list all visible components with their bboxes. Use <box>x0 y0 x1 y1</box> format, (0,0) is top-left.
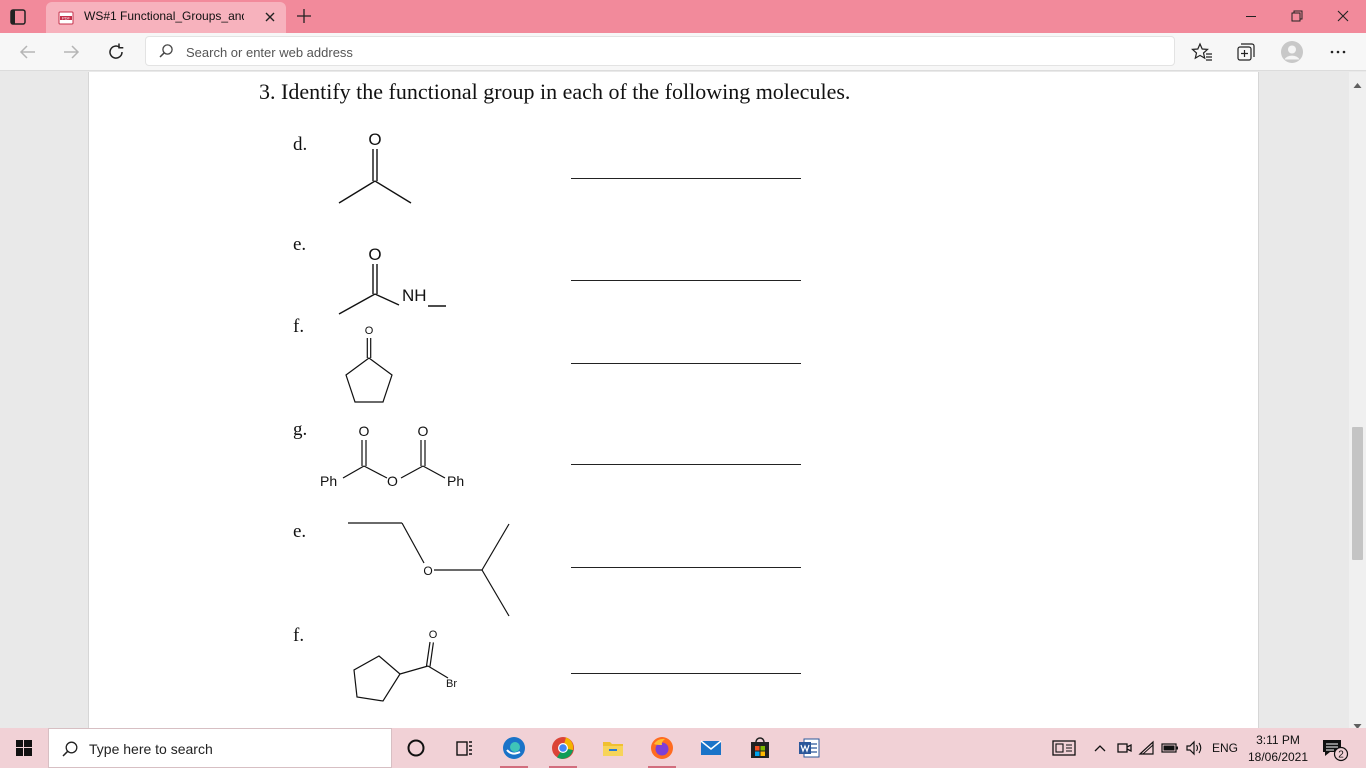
tab-title: WS#1 Functional_Groups_and_St <box>84 9 244 23</box>
item-label: f. <box>293 316 305 337</box>
item-label: d. <box>293 134 308 155</box>
answer-line <box>571 567 801 568</box>
vertical-scrollbar[interactable] <box>1349 72 1366 729</box>
taskbar-search-box[interactable]: Type here to search <box>48 728 392 768</box>
more-icon[interactable] <box>1326 40 1350 64</box>
svg-text:O: O <box>359 423 370 439</box>
svg-text:O: O <box>418 423 429 439</box>
refresh-icon[interactable] <box>104 40 128 64</box>
collections-icon[interactable] <box>1234 40 1258 64</box>
tab-actions-icon[interactable] <box>8 7 28 27</box>
chrome-icon[interactable] <box>543 732 583 768</box>
address-input[interactable] <box>186 42 1146 62</box>
pdf-viewport: 3. Identify the functional group in each… <box>0 72 1366 729</box>
notification-icon[interactable]: 2 <box>1320 736 1350 762</box>
search-icon <box>61 740 79 758</box>
chevron-up-icon[interactable] <box>1090 738 1110 758</box>
answer-line <box>571 464 801 465</box>
svg-text:O: O <box>365 325 374 337</box>
word-icon[interactable] <box>789 732 829 764</box>
battery-icon[interactable] <box>1160 738 1180 758</box>
svg-text:Ph: Ph <box>447 473 464 489</box>
close-icon[interactable] <box>262 9 278 25</box>
pdf-page: 3. Identify the functional group in each… <box>88 72 1259 728</box>
answer-line <box>571 280 801 281</box>
address-bar[interactable] <box>145 36 1175 66</box>
svg-text:O: O <box>368 245 381 264</box>
windows-start-icon[interactable] <box>0 728 48 768</box>
cortana-icon[interactable] <box>396 732 436 764</box>
scroll-thumb[interactable] <box>1352 427 1363 560</box>
task-view-icon[interactable] <box>444 732 484 764</box>
edge-icon[interactable] <box>494 732 534 768</box>
question-heading: 3. Identify the functional group in each… <box>259 79 851 104</box>
acyl-bromide-structure: O Br <box>353 629 457 702</box>
scroll-up-arrow-icon[interactable] <box>1353 76 1362 88</box>
mail-icon[interactable] <box>691 732 731 764</box>
back-icon[interactable] <box>16 40 40 64</box>
svg-text:Br: Br <box>446 678 457 690</box>
firefox-icon[interactable] <box>642 732 682 768</box>
item-label: g. <box>293 419 308 440</box>
scroll-down-arrow-icon[interactable] <box>1353 717 1362 729</box>
svg-text:PDF: PDF <box>62 15 71 20</box>
svg-text:O: O <box>387 473 398 489</box>
cyclopentanone-structure: O <box>345 325 393 403</box>
clock-time: 3:11 PM <box>1256 733 1300 747</box>
clock[interactable]: 3:11 PM 18/06/2021 <box>1244 732 1312 766</box>
svg-text:NH: NH <box>402 286 427 305</box>
minimize-icon[interactable] <box>1228 0 1274 33</box>
address-toolbar <box>0 33 1366 71</box>
svg-text:Ph: Ph <box>320 473 337 489</box>
taskbar: Type here to search ENG 3:11 PM 18/06/20… <box>0 728 1366 768</box>
amide-structure: O NH <box>338 245 446 315</box>
item-label: e. <box>293 234 307 255</box>
clock-date: 18/06/2021 <box>1247 750 1309 764</box>
volume-icon[interactable] <box>1184 738 1204 758</box>
browser-tab[interactable]: PDF WS#1 Functional_Groups_and_St <box>46 2 286 33</box>
wifi-icon[interactable] <box>1137 738 1157 758</box>
file-explorer-icon[interactable] <box>593 732 633 764</box>
title-bar: PDF WS#1 Functional_Groups_and_St <box>0 0 1366 33</box>
favorites-icon[interactable] <box>1190 40 1214 64</box>
ether-structure: O <box>348 522 510 617</box>
close-window-icon[interactable] <box>1320 0 1366 33</box>
profile-icon[interactable] <box>1280 40 1304 64</box>
item-label: f. <box>293 625 305 646</box>
store-icon[interactable] <box>740 732 780 764</box>
answer-line <box>571 673 801 674</box>
item-label: e. <box>293 521 307 542</box>
svg-text:O: O <box>429 629 438 641</box>
svg-text:O: O <box>368 130 381 149</box>
search-icon <box>158 43 174 59</box>
taskbar-search-placeholder: Type here to search <box>89 741 213 757</box>
language-indicator[interactable]: ENG <box>1212 741 1238 755</box>
forward-icon[interactable] <box>59 40 83 64</box>
pdf-icon: PDF <box>58 10 74 26</box>
restore-icon[interactable] <box>1274 0 1320 33</box>
desktop-preview-icon[interactable] <box>1052 738 1076 758</box>
svg-text:O: O <box>423 564 432 578</box>
answer-line <box>571 178 801 179</box>
notification-count: 2 <box>1338 750 1344 761</box>
ketone-structure: O <box>338 130 412 204</box>
answer-line <box>571 363 801 364</box>
plus-icon[interactable] <box>294 6 314 26</box>
anhydride-structure: O O Ph O Ph <box>320 423 464 489</box>
meet-now-icon[interactable] <box>1114 738 1134 758</box>
